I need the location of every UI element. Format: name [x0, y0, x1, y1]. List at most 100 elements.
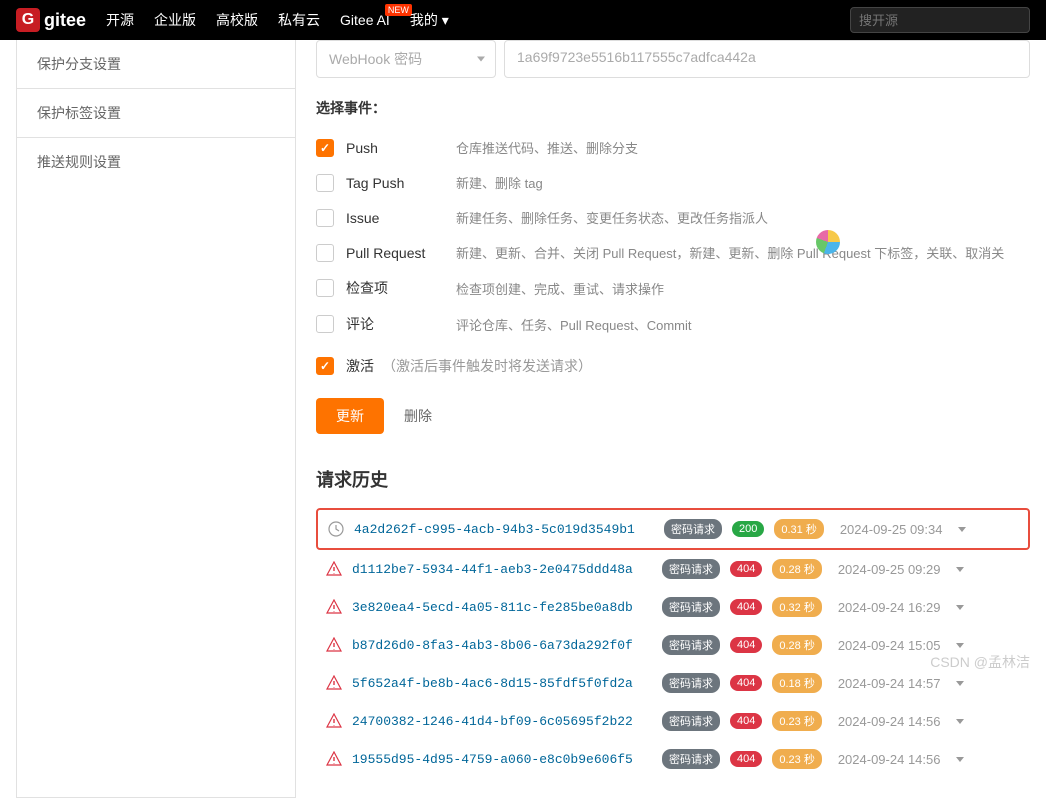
expand-caret-icon[interactable]: [956, 605, 964, 610]
history-time: 2024-09-24 14:57: [838, 676, 941, 691]
event-row: 检查项 检查项创建、完成、重试、请求操作: [316, 270, 1030, 306]
top-header: G gitee 开源 企业版 高校版 私有云 Gitee AI NEW 我的 ▾: [0, 0, 1046, 40]
status-badge: 404: [730, 675, 762, 691]
sidebar-item-tag[interactable]: 保护标签设置: [17, 89, 295, 138]
event-checkbox[interactable]: [316, 209, 334, 227]
warning-icon: [326, 637, 342, 653]
search-box[interactable]: [850, 7, 1030, 33]
history-id[interactable]: b87d26d0-8fa3-4ab3-8b06-6a73da292f0f: [352, 638, 652, 653]
event-checkbox[interactable]: [316, 315, 334, 333]
password-badge: 密码请求: [662, 559, 720, 579]
event-desc: 仓库推送代码、推送、删除分支: [456, 138, 638, 157]
duration-badge: 0.23 秒: [772, 711, 821, 731]
history-title: 请求历史: [316, 466, 1030, 492]
warning-icon: [326, 675, 342, 691]
history-row[interactable]: b87d26d0-8fa3-4ab3-8b06-6a73da292f0f 密码请…: [316, 626, 1030, 664]
event-checkbox[interactable]: [316, 139, 334, 157]
expand-caret-icon[interactable]: [956, 757, 964, 762]
logo-text: gitee: [44, 10, 86, 31]
history-id[interactable]: 4a2d262f-c995-4acb-94b3-5c019d3549b1: [354, 522, 654, 537]
password-badge: 密码请求: [662, 673, 720, 693]
update-button[interactable]: 更新: [316, 398, 384, 434]
nav-enterprise[interactable]: 企业版: [154, 10, 196, 30]
main-content: WebHook 密码 1a69f9723e5516b117555c7adfca4…: [296, 40, 1030, 798]
warning-icon: [326, 599, 342, 615]
event-name: Issue: [346, 210, 456, 226]
history-id[interactable]: 3e820ea4-5ecd-4a05-811c-fe285be0a8db: [352, 600, 652, 615]
nav-private[interactable]: 私有云: [278, 10, 320, 30]
sidebar-item-branch[interactable]: 保护分支设置: [17, 40, 295, 89]
watermark: CSDN @孟林洁: [930, 652, 1030, 672]
event-row: Pull Request 新建、更新、合并、关闭 Pull Request，新建…: [316, 235, 1030, 270]
password-badge: 密码请求: [662, 711, 720, 731]
password-badge: 密码请求: [662, 749, 720, 769]
password-badge: 密码请求: [662, 597, 720, 617]
events-label: 选择事件：: [316, 98, 1030, 118]
duration-badge: 0.28 秒: [772, 635, 821, 655]
event-name: 检查项: [346, 278, 456, 298]
expand-caret-icon[interactable]: [956, 643, 964, 648]
warning-icon: [326, 713, 342, 729]
event-checkbox[interactable]: [316, 244, 334, 262]
history-row[interactable]: 5f652a4f-be8b-4ac6-8d15-85fdf5f0fd2a 密码请…: [316, 664, 1030, 702]
webhook-type-select[interactable]: WebHook 密码: [316, 40, 496, 78]
history-time: 2024-09-24 15:05: [838, 638, 941, 653]
status-badge: 404: [730, 599, 762, 615]
event-desc: 检查项创建、完成、重试、请求操作: [456, 279, 664, 298]
activate-checkbox[interactable]: [316, 357, 334, 375]
delete-button[interactable]: 删除: [400, 398, 436, 434]
sidebar-item-push[interactable]: 推送规则设置: [17, 138, 295, 186]
event-row: 评论 评论仓库、任务、Pull Request、Commit: [316, 306, 1030, 342]
history-time: 2024-09-25 09:29: [838, 562, 941, 577]
password-badge: 密码请求: [664, 519, 722, 539]
nav-opensource[interactable]: 开源: [106, 10, 134, 30]
gitee-logo-icon: G: [16, 8, 40, 32]
event-row: Tag Push 新建、删除 tag: [316, 165, 1030, 200]
history-row[interactable]: 3e820ea4-5ecd-4a05-811c-fe285be0a8db 密码请…: [316, 588, 1030, 626]
event-desc: 新建任务、删除任务、变更任务状态、更改任务指派人: [456, 208, 768, 227]
history-row[interactable]: 19555d95-4d95-4759-a060-e8c0b9e606f5 密码请…: [316, 740, 1030, 778]
event-name: Tag Push: [346, 175, 456, 191]
webhook-token-input[interactable]: 1a69f9723e5516b117555c7adfca442a: [504, 40, 1030, 78]
expand-caret-icon[interactable]: [956, 719, 964, 724]
warning-icon: [326, 561, 342, 577]
clock-icon: [328, 521, 344, 537]
event-name: Push: [346, 140, 456, 156]
logo[interactable]: G gitee: [16, 8, 86, 32]
expand-caret-icon[interactable]: [956, 681, 964, 686]
event-checkbox[interactable]: [316, 279, 334, 297]
activate-desc: （激活后事件触发时将发送请求）: [382, 356, 592, 376]
search-input[interactable]: [859, 13, 1021, 28]
event-row: Push 仓库推送代码、推送、删除分支: [316, 130, 1030, 165]
duration-badge: 0.28 秒: [772, 559, 821, 579]
history-id[interactable]: 24700382-1246-41d4-bf09-6c05695f2b22: [352, 714, 652, 729]
event-name: Pull Request: [346, 245, 456, 261]
expand-caret-icon[interactable]: [958, 527, 966, 532]
event-desc: 新建、删除 tag: [456, 173, 543, 192]
history-id[interactable]: 5f652a4f-be8b-4ac6-8d15-85fdf5f0fd2a: [352, 676, 652, 691]
nav-mine[interactable]: 我的 ▾: [410, 10, 449, 30]
pie-chart-icon: [816, 230, 840, 254]
status-badge: 404: [730, 637, 762, 653]
history-id[interactable]: d1112be7-5934-44f1-aeb3-2e0475ddd48a: [352, 562, 652, 577]
history-id[interactable]: 19555d95-4d95-4759-a060-e8c0b9e606f5: [352, 752, 652, 767]
duration-badge: 0.18 秒: [772, 673, 821, 693]
status-badge: 404: [730, 561, 762, 577]
history-row[interactable]: 4a2d262f-c995-4acb-94b3-5c019d3549b1 密码请…: [316, 508, 1030, 550]
sidebar: 保护分支设置 保护标签设置 推送规则设置: [16, 40, 296, 798]
event-row: Issue 新建任务、删除任务、变更任务状态、更改任务指派人: [316, 200, 1030, 235]
event-checkbox[interactable]: [316, 174, 334, 192]
status-badge: 404: [730, 713, 762, 729]
status-badge: 200: [732, 521, 764, 537]
event-desc: 评论仓库、任务、Pull Request、Commit: [456, 315, 692, 334]
nav-education[interactable]: 高校版: [216, 10, 258, 30]
status-badge: 404: [730, 751, 762, 767]
history-row[interactable]: 24700382-1246-41d4-bf09-6c05695f2b22 密码请…: [316, 702, 1030, 740]
duration-badge: 0.23 秒: [772, 749, 821, 769]
expand-caret-icon[interactable]: [956, 567, 964, 572]
new-badge: NEW: [385, 4, 412, 16]
nav-ai[interactable]: Gitee AI NEW: [340, 12, 390, 28]
history-row[interactable]: d1112be7-5934-44f1-aeb3-2e0475ddd48a 密码请…: [316, 550, 1030, 588]
activate-label: 激活: [346, 356, 374, 376]
event-name: 评论: [346, 314, 456, 334]
